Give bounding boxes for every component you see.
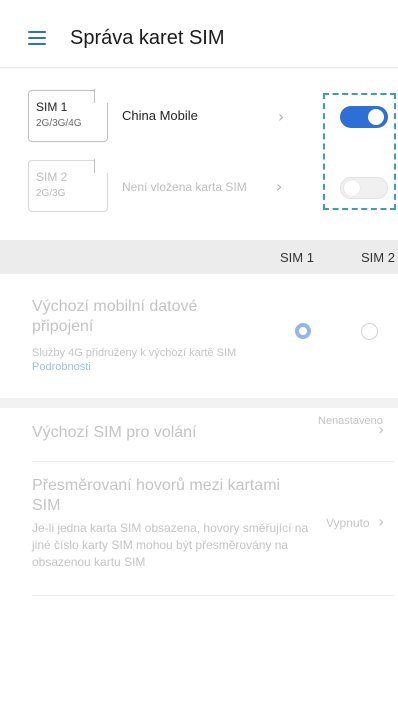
sim2-toggle[interactable] [340,177,388,199]
data-sim2-radio[interactable] [361,323,378,340]
chevron-right-icon: › [278,107,285,126]
column-sim1-label: SIM 1 [280,250,314,265]
chevron-right-icon: › [378,420,385,439]
data-sim1-radio[interactable] [295,323,311,339]
forwarding-title[interactable]: Přesměrovaní hovorů mezi kartami SIM [32,476,312,516]
call-sim-label[interactable]: Výchozí SIM pro volání [32,424,197,442]
details-link[interactable]: Podrobnosti [32,361,91,373]
data-connection-subtitle: Služby 4G přidruženy k výchozí kartě SIM… [32,346,252,374]
forwarding-value: Vypnuto [326,516,370,530]
sim-card-icon: SIM 2 2G/3G [28,160,108,212]
divider [32,595,394,596]
sim-card-name: SIM 2 [36,170,68,184]
sim-card-network: 2G/3G/4G [36,118,82,129]
chevron-right-icon: › [276,177,283,196]
chevron-right-icon: › [378,512,385,531]
sim-card-network: 2G/3G [36,188,66,199]
hamburger-menu-icon[interactable] [28,31,46,45]
page-title: Správa karet SIM [70,27,225,49]
column-sim2-label: SIM 2 [361,250,395,265]
section-divider [0,398,398,408]
sim1-toggle[interactable] [340,106,388,128]
app-bar: Správa karet SIM [0,0,398,68]
sim-card-icon: SIM 1 2G/3G/4G [28,90,108,142]
sim-card-name: SIM 1 [36,100,68,114]
data-connection-title: Výchozí mobilní datové připojení [32,298,198,335]
call-sim-value: Nenastaveno [318,415,383,427]
data-connection-subtitle-text: Služby 4G přidruženy k výchozí kartě SIM [32,347,237,359]
divider [32,461,394,462]
toggle-knob [368,109,384,125]
sim2-status-label: Není vložena karta SIM [122,180,247,194]
toggle-knob [344,180,360,196]
sim1-carrier-label: China Mobile [122,108,198,123]
sim-column-header: SIM 1 SIM 2 [0,240,398,274]
forwarding-subtitle: Je-li jedna karta SIM obsazena, hovory s… [32,521,309,569]
